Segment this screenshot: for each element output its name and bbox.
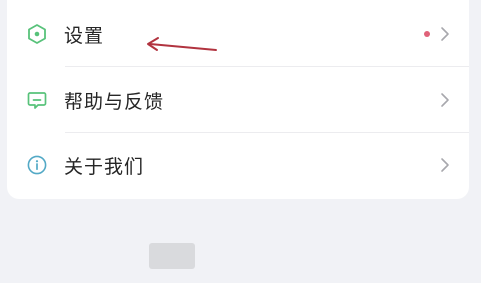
menu-item-label: 关于我们 xyxy=(64,155,145,178)
menu-card: 设置 帮助与反馈 关于我们 xyxy=(7,0,469,199)
chevron-right-icon xyxy=(441,27,449,41)
blurred-placeholder xyxy=(149,243,195,269)
chevron-right-icon xyxy=(441,93,449,107)
divider xyxy=(65,66,469,67)
menu-item-help-feedback[interactable]: 帮助与反馈 xyxy=(7,68,469,133)
menu-item-settings[interactable]: 设置 xyxy=(7,2,469,67)
feedback-chat-icon xyxy=(26,89,48,111)
info-circle-icon xyxy=(26,154,48,176)
menu-item-label: 帮助与反馈 xyxy=(64,90,165,113)
annotation-arrow xyxy=(147,37,217,51)
hexagon-settings-icon xyxy=(26,23,48,45)
menu-item-about-us[interactable]: 关于我们 xyxy=(7,133,469,197)
notification-dot xyxy=(424,31,430,37)
chevron-right-icon xyxy=(441,158,449,172)
menu-item-label: 设置 xyxy=(64,24,105,47)
